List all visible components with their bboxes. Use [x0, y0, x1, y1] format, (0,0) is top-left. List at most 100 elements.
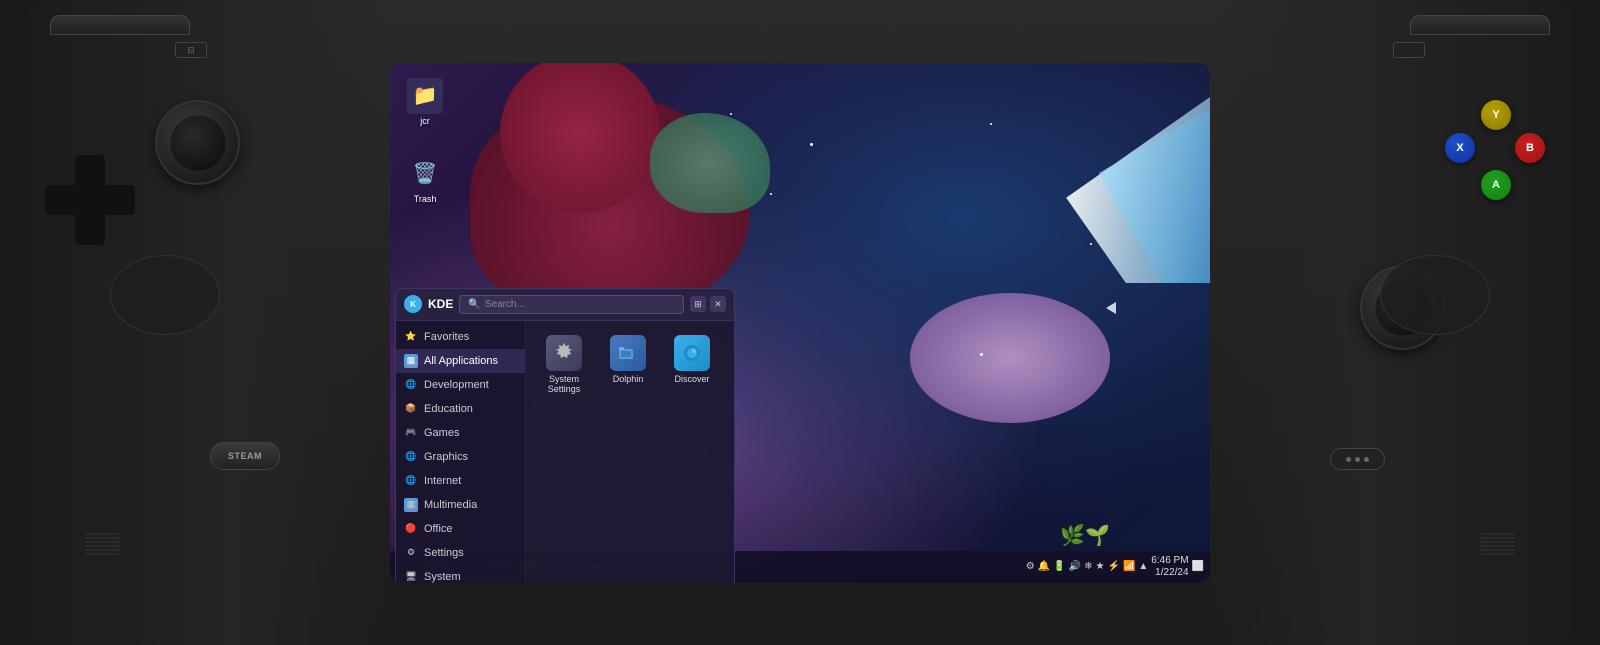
abxy-buttons: Y X B A: [1445, 100, 1545, 200]
bluetooth-icon[interactable]: ★: [1096, 561, 1105, 572]
cloud-purple-right: [870, 323, 1190, 523]
office-icon: 🔴: [404, 522, 418, 536]
vent-right: [1480, 533, 1515, 555]
education-label: Education: [424, 403, 473, 415]
desktop-icon-trash[interactable]: 🗑️ Trash: [400, 156, 450, 204]
sidebar-item-system[interactable]: 🖥 System: [396, 565, 525, 583]
b-button[interactable]: B: [1515, 133, 1545, 163]
sidebar-item-education[interactable]: 📦 Education: [396, 397, 525, 421]
power-icon[interactable]: ⚡: [1107, 561, 1119, 572]
system-icon: 🖥: [404, 570, 418, 583]
kde-menu-header: K KDE 🔍 Search... ⊞ ✕: [396, 289, 734, 321]
comet: [930, 83, 1210, 283]
dot: [1346, 457, 1351, 462]
development-icon: 🌐: [404, 378, 418, 392]
kde-logo: K: [404, 295, 422, 313]
snow-icon[interactable]: ❄: [1084, 561, 1092, 572]
multimedia-label: Multimedia: [424, 499, 477, 511]
kde-title: KDE: [428, 297, 453, 311]
kde-sidebar: ⭐ Favorites ▦ All Applications 🌐 Develop…: [396, 321, 526, 583]
system-settings-icon: [546, 335, 582, 371]
kde-app-content: SystemSettings Dolphin: [526, 321, 734, 583]
steam-button[interactable]: STEAM: [210, 442, 280, 470]
dot: [1355, 457, 1360, 462]
dolphin-icon: [610, 335, 646, 371]
settings-label: Settings: [424, 547, 464, 559]
star: [990, 123, 992, 125]
star: [810, 143, 813, 146]
search-placeholder: Search...: [485, 299, 525, 310]
trackpad-left[interactable]: [110, 255, 220, 335]
app-system-settings[interactable]: SystemSettings: [534, 329, 594, 402]
plants: 🌿🌱: [1060, 523, 1110, 548]
kde-search-box[interactable]: 🔍 Search...: [459, 295, 684, 314]
x-button[interactable]: X: [1445, 133, 1475, 163]
sidebar-item-favorites[interactable]: ⭐ Favorites: [396, 325, 525, 349]
y-button[interactable]: Y: [1481, 100, 1511, 130]
network-icon[interactable]: 📶: [1123, 561, 1135, 572]
screen-icon[interactable]: ⬜: [1192, 561, 1204, 572]
taskbar-right: ⚙ 🔔 🔋 🔊 ❄ ★ ⚡ 📶 ▲ 6:46 PM 1/22/24 ⬜: [1026, 555, 1204, 579]
sidebar-item-settings[interactable]: ⚙ Settings: [396, 541, 525, 565]
sidebar-item-games[interactable]: 🎮 Games: [396, 421, 525, 445]
settings-tray-icon[interactable]: ⚙: [1026, 561, 1035, 572]
trash-icon: 🗑️: [413, 161, 438, 186]
trackpad-right[interactable]: [1380, 255, 1490, 335]
discover-icon: [674, 335, 710, 371]
sidebar-item-internet[interactable]: 🌐 Internet: [396, 469, 525, 493]
taskbar-clock[interactable]: 6:46 PM 1/22/24: [1151, 555, 1188, 579]
volume-icon[interactable]: 🔊: [1069, 561, 1081, 572]
notification-icon[interactable]: 🔔: [1038, 561, 1050, 572]
internet-icon: 🌐: [404, 474, 418, 488]
kde-header-btn-close[interactable]: ✕: [710, 296, 726, 312]
graphics-label: Graphics: [424, 451, 468, 463]
star: [730, 113, 732, 115]
shoulder-button-left[interactable]: [50, 15, 190, 35]
office-label: Office: [424, 523, 453, 535]
a-button[interactable]: A: [1481, 170, 1511, 200]
shoulder-button-right[interactable]: [1410, 15, 1550, 35]
sidebar-item-multimedia[interactable]: ▦ Multimedia: [396, 493, 525, 517]
kde-menu-body: ⭐ Favorites ▦ All Applications 🌐 Develop…: [396, 321, 734, 583]
sidebar-item-office[interactable]: 🔴 Office: [396, 517, 525, 541]
dpad[interactable]: [45, 155, 135, 245]
all-apps-label: All Applications: [424, 355, 498, 367]
device-left-body: STEAM ⊟: [0, 0, 390, 645]
internet-label: Internet: [424, 475, 461, 487]
development-label: Development: [424, 379, 489, 391]
jcr-label: jcr: [420, 116, 430, 126]
battery-icon[interactable]: 🔋: [1053, 561, 1065, 572]
desktop-icon-jcr[interactable]: 📁 jcr: [400, 78, 450, 126]
cursor: [1106, 302, 1116, 314]
jcr-icon: 📁: [413, 83, 438, 108]
app-discover[interactable]: Discover: [662, 329, 722, 402]
screen: 🌿🌱 📁 jcr 🗑️ Trash: [390, 63, 1210, 583]
app-dolphin[interactable]: Dolphin: [598, 329, 658, 402]
dot: [1364, 457, 1369, 462]
star: [1090, 243, 1092, 245]
joystick-left[interactable]: [155, 100, 240, 185]
sidebar-item-graphics[interactable]: 🌐 Graphics: [396, 445, 525, 469]
vent-left: [85, 533, 120, 555]
search-icon: 🔍: [468, 299, 480, 310]
multimedia-icon: ▦: [404, 498, 418, 512]
kde-menu: K KDE 🔍 Search... ⊞ ✕: [395, 288, 735, 583]
trash-label: Trash: [414, 194, 437, 204]
kde-header-buttons: ⊞ ✕: [690, 296, 726, 312]
dots-button[interactable]: [1330, 448, 1385, 470]
sidebar-item-development[interactable]: 🌐 Development: [396, 373, 525, 397]
device-right-body: Y X B A: [1210, 0, 1600, 645]
top-button-right[interactable]: [1393, 42, 1425, 58]
kde-header-btn-1[interactable]: ⊞: [690, 296, 706, 312]
cloud-red: [470, 93, 750, 313]
sidebar-item-all-apps[interactable]: ▦ All Applications: [396, 349, 525, 373]
dpad-vertical: [75, 155, 105, 245]
education-icon: 📦: [404, 402, 418, 416]
tray-arrow[interactable]: ▲: [1138, 561, 1148, 572]
top-button-left[interactable]: ⊟: [175, 42, 207, 58]
discover-label: Discover: [674, 374, 709, 385]
favorites-label: Favorites: [424, 331, 469, 343]
games-label: Games: [424, 427, 459, 439]
all-apps-icon: ▦: [404, 354, 418, 368]
system-settings-label: SystemSettings: [548, 374, 581, 396]
